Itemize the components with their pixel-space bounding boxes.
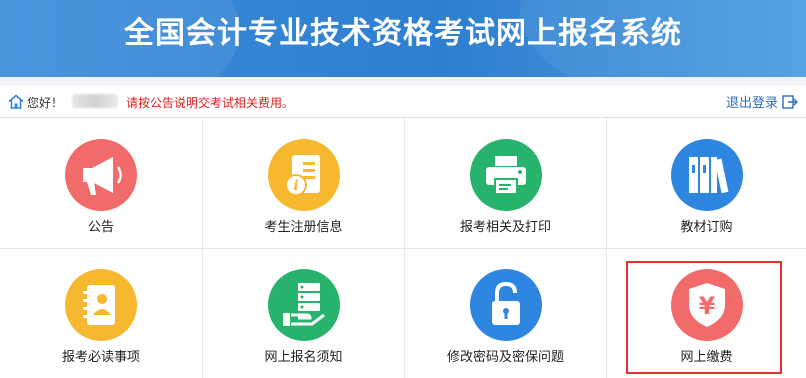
page-title: 全国会计专业技术资格考试网上报名系统 [124,16,682,51]
tile-label: 公告 [87,220,114,235]
tile-change-password[interactable]: 修改密码及密保问题 [405,249,607,378]
address-book-icon [65,269,137,341]
svg-text:i: i [293,178,298,194]
megaphone-icon [65,139,137,211]
fee-notice: 请按公告说明交考试相关费用。 [126,96,295,110]
tile-label: 修改密码及密保问题 [446,350,564,365]
tile-label: 网上报名须知 [264,350,343,365]
books-icon [670,139,743,211]
tile-label: 报考必读事项 [61,350,140,365]
logout-icon [782,94,798,109]
tile-candidate-info[interactable]: i 考生注册信息 [203,118,405,249]
lock-icon [469,269,542,341]
logout-label: 退出登录 [725,96,778,111]
greeting-text: 您好！ [27,96,64,110]
tile-label: 考生注册信息 [264,220,343,235]
tile-label: 报考相关及打印 [459,220,551,235]
tile-label: 网上缴费 [680,350,733,365]
divider [0,77,806,86]
tile-label: 教材订购 [680,220,733,235]
tile-must-read[interactable]: 报考必读事项 [0,249,203,378]
tile-online-payment[interactable]: ¥ 网上缴费 [607,249,806,378]
info-document-icon: i [267,139,340,211]
tile-registration-print[interactable]: 报考相关及打印 [405,118,607,249]
tile-textbook-order[interactable]: 教材订购 [607,118,806,249]
yuan-shield-icon: ¥ [670,269,743,341]
svg-text:¥: ¥ [698,292,715,320]
tile-announcement[interactable]: 公告 [0,118,203,249]
home-icon [8,94,24,109]
header-banner: 全国会计专业技术资格考试网上报名系统 [0,0,806,77]
username-blurred [72,94,118,108]
info-bar: 您好！ 请按公告说明交考试相关费用。 退出登录 [0,86,806,118]
hand-server-icon [267,269,340,341]
printer-icon [469,139,542,211]
logout-button[interactable]: 退出登录 [726,92,798,111]
function-grid: 公告 i 考生注册信息 报考相关及打印 教材订购 报考必读事项 网上报名须知 修… [0,118,806,378]
tile-registration-notice[interactable]: 网上报名须知 [203,249,405,378]
